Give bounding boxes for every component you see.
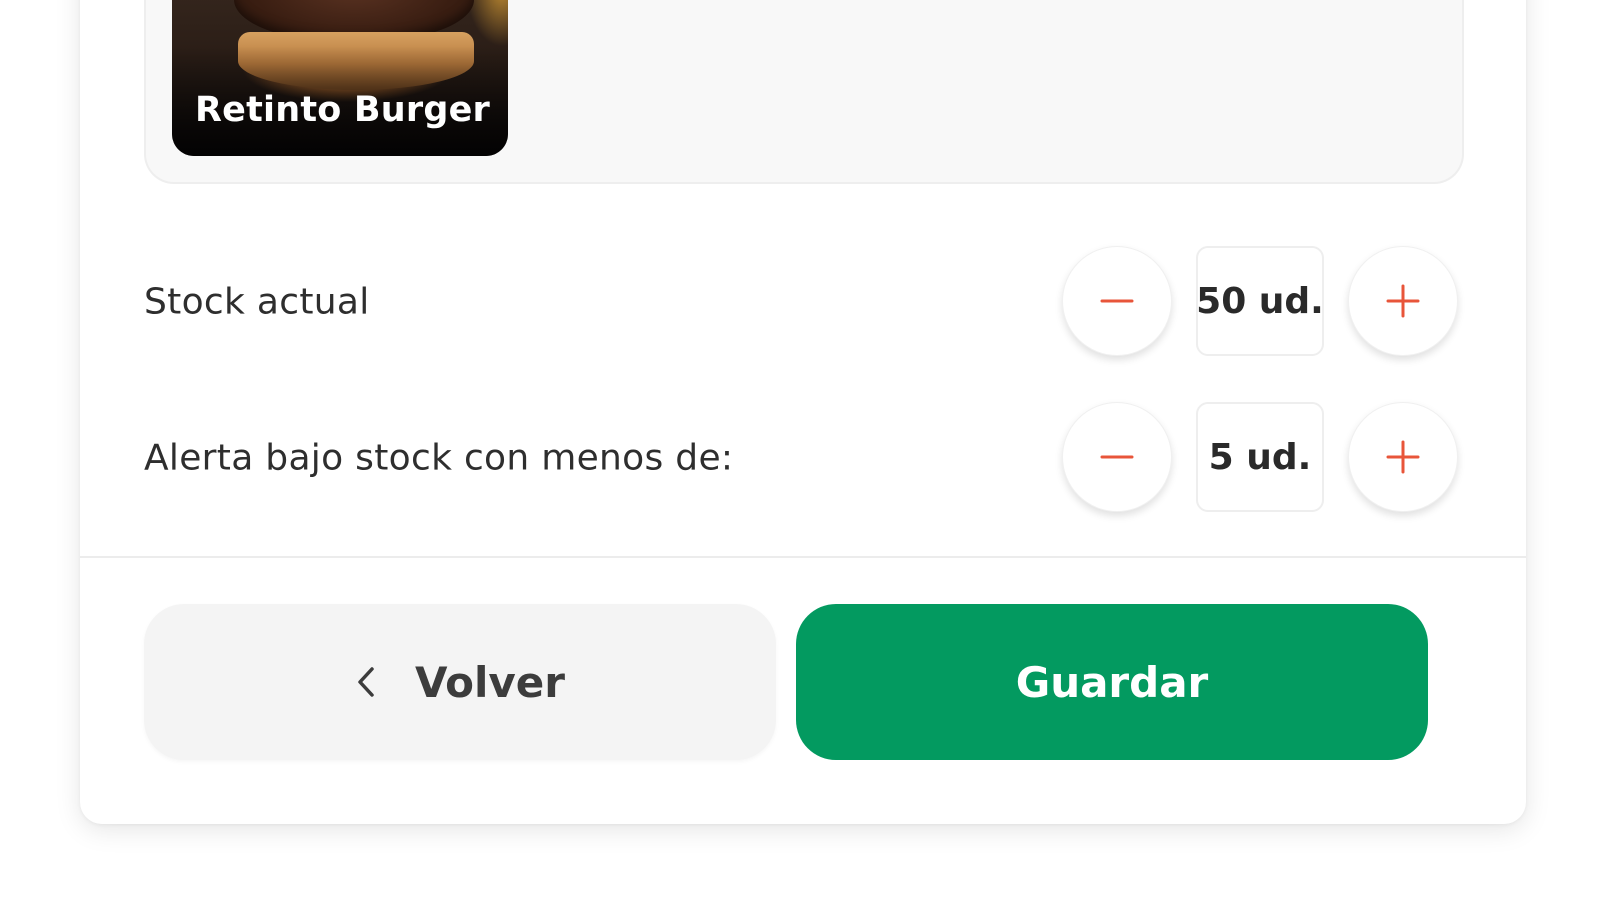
stock-label: Stock actual [144,281,370,323]
alert-value[interactable]: 5 ud. [1196,402,1324,512]
alert-decrement-button[interactable] [1062,402,1172,512]
back-button[interactable]: Volver [144,604,776,760]
chevron-left-icon [355,665,377,699]
plus-icon [1386,440,1420,474]
plus-icon [1386,284,1420,318]
stock-increment-button[interactable] [1348,246,1458,356]
alert-increment-button[interactable] [1348,402,1458,512]
minus-icon [1100,299,1134,303]
footer-divider [80,556,1526,558]
minus-icon [1100,455,1134,459]
stock-decrement-button[interactable] [1062,246,1172,356]
back-button-label: Volver [414,657,566,707]
save-button[interactable]: Guardar [796,604,1428,760]
alert-label: Alerta bajo stock con menos de: [144,437,734,479]
product-panel: Retinto Burger [144,0,1464,184]
product-name: Retinto Burger [195,90,491,130]
alert-row: Alerta bajo stock con menos de: 5 ud. [144,402,1460,514]
stock-value[interactable]: 50 ud. [1196,246,1324,356]
stock-stepper: 50 ud. [1062,246,1460,358]
stock-edit-modal: Retinto Burger Stock actual 50 ud. Alert… [80,0,1526,824]
alert-stepper: 5 ud. [1062,402,1460,514]
stock-row: Stock actual 50 ud. [144,246,1460,358]
product-card[interactable]: Retinto Burger [172,0,508,156]
save-button-label: Guardar [1015,657,1209,707]
